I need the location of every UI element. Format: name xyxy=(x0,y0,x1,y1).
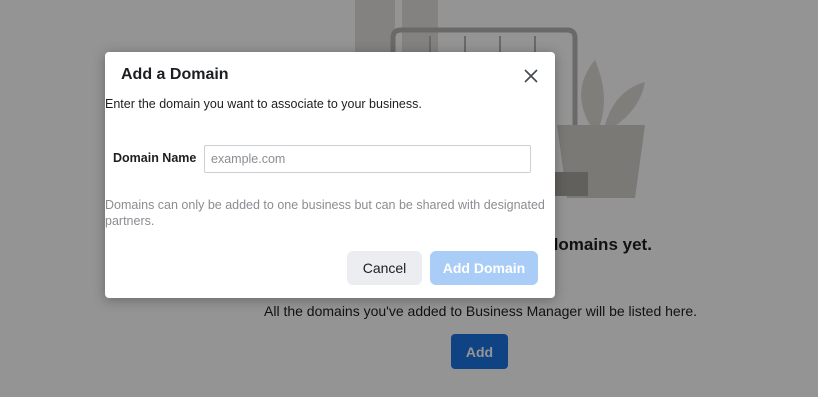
dialog-title: Add a Domain xyxy=(121,66,229,83)
domain-name-label: Domain Name xyxy=(113,151,197,165)
cancel-button[interactable]: Cancel xyxy=(347,251,422,285)
close-button[interactable] xyxy=(520,65,542,87)
add-domain-dialog: Add a Domain Enter the domain you want t… xyxy=(105,52,555,298)
dialog-note: Domains can only be added to one busines… xyxy=(105,198,545,228)
dialog-description: Enter the domain you want to associate t… xyxy=(105,97,422,111)
add-domain-button[interactable]: Add Domain xyxy=(430,251,538,285)
close-icon xyxy=(524,69,538,83)
domain-name-input[interactable] xyxy=(204,145,531,173)
